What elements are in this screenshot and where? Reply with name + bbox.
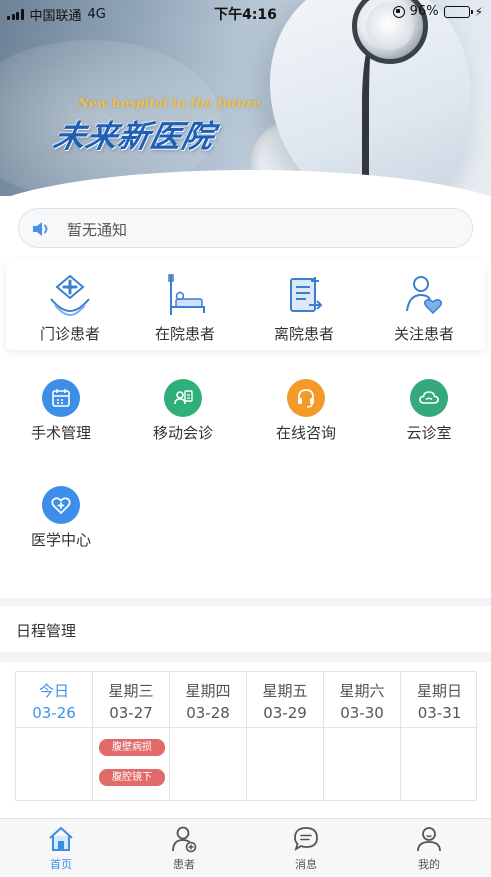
day-date: 03-26 — [32, 704, 76, 722]
day-weekday: 星期五 — [262, 682, 308, 700]
followed-patient-icon — [406, 276, 443, 315]
followed-patient-label: 关注患者 — [393, 325, 454, 343]
outpatient-button[interactable]: 门诊患者 — [14, 273, 126, 344]
tab-profile[interactable]: 我的 — [368, 825, 490, 872]
schedule-calendar: 今日 03-26 星期三 03-27 腹壁病损 腹腔镜下 星期四 03-28 星… — [15, 671, 478, 801]
schedule-title: 日程管理 — [16, 622, 77, 640]
cloud-clinic-label: 云诊室 — [406, 424, 452, 442]
status-bar: 中国联通 4G 下午4:16 96% ⚡ — [0, 0, 491, 26]
tab-home[interactable]: 首页 — [0, 825, 122, 872]
discharged-label: 离院患者 — [273, 325, 334, 343]
day-date: 03-30 — [340, 704, 384, 722]
inpatient-bed-icon — [168, 274, 205, 315]
day-column[interactable]: 星期日 03-31 — [401, 672, 478, 800]
home-icon — [49, 827, 73, 851]
brand-subtitle: New hospital in the future — [78, 96, 261, 110]
medical-center-button[interactable]: 医学中心 — [5, 486, 117, 550]
tab-patients-label: 患者 — [173, 858, 195, 871]
inpatient-label: 在院患者 — [154, 325, 215, 343]
rotation-lock-icon — [392, 5, 405, 18]
day-date: 03-29 — [263, 704, 307, 722]
day-weekday: 星期三 — [108, 682, 154, 700]
status-right: 96% ⚡ — [392, 4, 483, 19]
tab-home-label: 首页 — [50, 858, 72, 871]
speaker-icon — [33, 222, 48, 236]
day-column[interactable]: 星期五 03-29 — [247, 672, 324, 800]
day-header: 星期六 03-30 — [324, 672, 400, 728]
charging-icon: ⚡ — [474, 4, 483, 19]
day-column[interactable]: 星期六 03-30 — [324, 672, 401, 800]
notice-text: 暂无通知 — [67, 221, 128, 239]
medical-center-label: 医学中心 — [30, 531, 91, 549]
outpatient-icon — [50, 274, 90, 317]
battery-icon — [443, 5, 473, 18]
day-header: 星期四 03-28 — [170, 672, 246, 728]
inpatient-button[interactable]: 在院患者 — [129, 273, 241, 344]
brand-title: 未来新医院 — [50, 119, 219, 155]
day-column-today[interactable]: 今日 03-26 — [16, 672, 93, 800]
day-column[interactable]: 星期三 03-27 腹壁病损 腹腔镜下 — [93, 672, 170, 800]
tab-bar: 首页 患者 消息 我的 — [0, 818, 491, 877]
tab-messages-label: 消息 — [295, 858, 317, 871]
schedule-divider — [0, 652, 491, 662]
day-weekday: 星期四 — [185, 682, 231, 700]
patient-icon — [172, 826, 197, 853]
day-header: 星期日 03-31 — [401, 672, 478, 728]
profile-icon — [417, 827, 441, 852]
discharged-button[interactable]: 离院患者 — [248, 273, 360, 344]
battery-percent: 96% — [409, 4, 439, 19]
day-date: 03-31 — [417, 704, 462, 722]
notice-bar[interactable]: 暂无通知 — [18, 208, 473, 248]
day-header: 今日 03-26 — [16, 672, 92, 728]
surgery-management-button[interactable]: 手术管理 — [5, 379, 117, 443]
tab-patients[interactable]: 患者 — [123, 825, 245, 872]
consultation-icon — [164, 379, 202, 417]
outpatient-label: 门诊患者 — [39, 325, 100, 343]
discharge-icon — [290, 277, 323, 312]
followed-patient-button[interactable]: 关注患者 — [368, 273, 480, 344]
day-header: 星期五 03-29 — [247, 672, 323, 728]
tab-profile-label: 我的 — [418, 858, 440, 871]
schedule-event-badge[interactable]: 腹壁病损 — [99, 739, 165, 756]
day-header: 星期三 03-27 — [93, 672, 169, 728]
day-date: 03-28 — [186, 704, 230, 722]
online-consultation-button[interactable]: 在线咨询 — [250, 379, 362, 443]
day-column[interactable]: 星期四 03-28 — [170, 672, 247, 800]
mobile-consultation-button[interactable]: 移动会诊 — [127, 379, 239, 443]
cloud-clinic-button[interactable]: 云诊室 — [373, 379, 485, 443]
day-weekday: 今日 — [38, 682, 69, 700]
cloud-clinic-icon — [410, 379, 448, 417]
headset-icon — [287, 379, 325, 417]
section-divider — [0, 598, 491, 606]
day-weekday: 星期六 — [339, 682, 385, 700]
mobile-consultation-label: 移动会诊 — [152, 424, 213, 442]
hero-banner: New hospital in the future 未来新医院 — [0, 0, 491, 200]
online-consultation-label: 在线咨询 — [275, 424, 336, 442]
schedule-event-badge[interactable]: 腹腔镜下 — [99, 769, 165, 786]
day-weekday: 星期日 — [416, 682, 462, 700]
medical-center-icon — [42, 486, 80, 524]
tab-messages[interactable]: 消息 — [245, 825, 367, 872]
day-date: 03-27 — [109, 704, 153, 722]
surgery-calendar-icon — [42, 379, 80, 417]
surgery-management-label: 手术管理 — [30, 424, 91, 442]
message-icon — [294, 827, 318, 851]
